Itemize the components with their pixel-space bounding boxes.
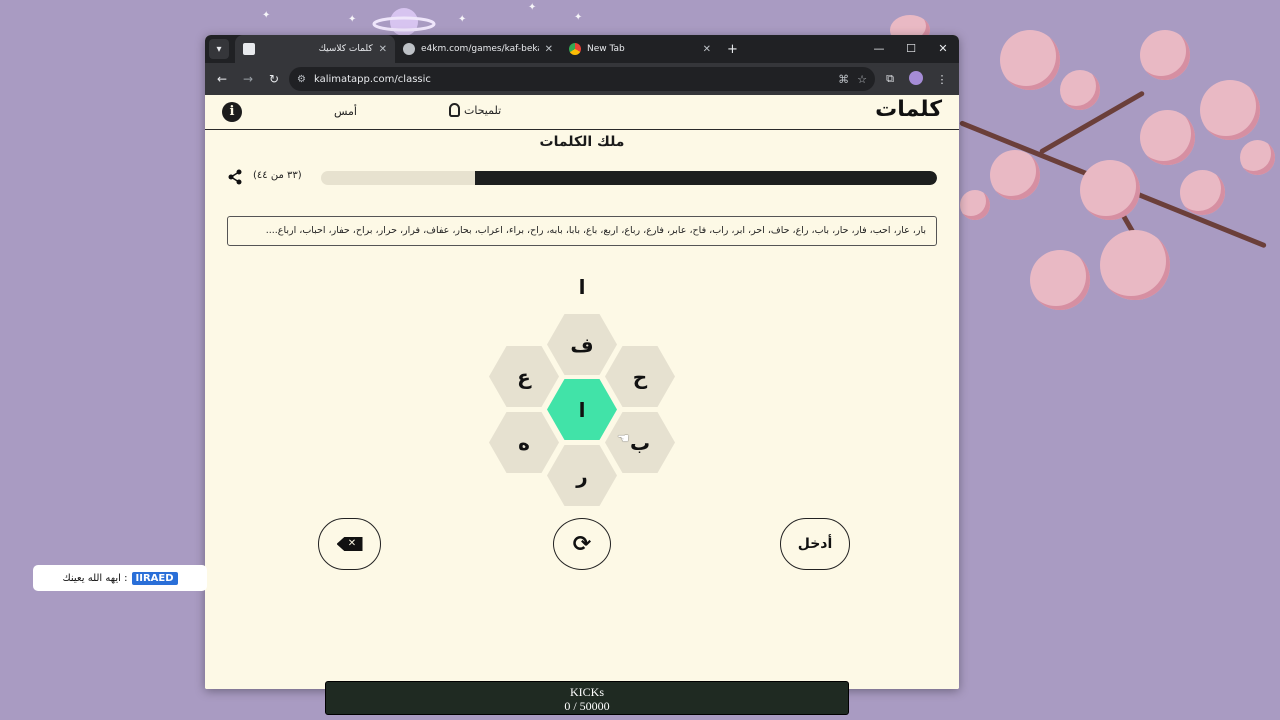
- app-header: i أمس تلميحات كلمات: [205, 95, 959, 130]
- letter-hex-bottom-left[interactable]: ه: [489, 412, 559, 473]
- hints-label: تلميحات: [464, 103, 502, 117]
- sparkle-icon: ✦: [528, 2, 537, 13]
- info-icon[interactable]: i: [222, 102, 242, 122]
- delete-button[interactable]: ✕: [318, 518, 381, 570]
- letter-hex-bottom[interactable]: ر: [547, 445, 617, 506]
- browser-window: ▾ كلمات كلاسيك ✕ e4km.com/games/kaf-beka…: [205, 35, 959, 689]
- chrome-icon: [569, 43, 581, 55]
- close-tab-icon[interactable]: ✕: [545, 44, 553, 55]
- reload-icon[interactable]: ↻: [263, 72, 285, 86]
- maximize-icon[interactable]: ☐: [895, 35, 927, 63]
- hints-link[interactable]: تلميحات: [449, 103, 501, 117]
- caption-text: ايهه الله يعينك :: [62, 572, 128, 584]
- progress-bar: [321, 171, 937, 185]
- backspace-icon: ✕: [336, 537, 363, 551]
- sparkle-icon: ✦: [348, 14, 357, 25]
- globe-icon: [403, 43, 415, 55]
- new-tab-button[interactable]: +: [727, 42, 738, 57]
- close-window-icon[interactable]: ✕: [927, 35, 959, 63]
- kicks-title: KICKs: [569, 685, 604, 699]
- shuffle-button[interactable]: ⟳: [553, 518, 611, 570]
- window-controls: — ☐ ✕: [863, 35, 959, 63]
- menu-kebab-icon[interactable]: ⋮: [931, 73, 953, 86]
- app-logo: كلمات: [875, 97, 942, 122]
- profile-avatar[interactable]: [905, 70, 927, 88]
- letter-hex-top-right[interactable]: ح: [605, 346, 675, 407]
- stream-caption: ايهه الله يعينك : IIRAED: [33, 565, 207, 591]
- caption-badge: IIRAED: [131, 571, 178, 585]
- share-icon[interactable]: [227, 169, 243, 185]
- close-tab-icon[interactable]: ✕: [379, 44, 387, 55]
- kicks-counter: KICKs 0 / 50000: [325, 681, 849, 715]
- tab-search-button[interactable]: ▾: [209, 39, 229, 59]
- hand-cursor-icon: ☚: [617, 431, 630, 447]
- kalimat-favicon-icon: [243, 43, 255, 55]
- minimize-icon[interactable]: —: [863, 35, 895, 63]
- address-bar[interactable]: ⚙ kalimatapp.com/classic ⌘ ☆: [289, 67, 875, 91]
- kicks-value: 0 / 50000: [564, 699, 610, 713]
- extensions-icon[interactable]: ⧉: [879, 72, 901, 86]
- site-settings-icon[interactable]: ⚙: [297, 74, 306, 85]
- tab-kalimat[interactable]: كلمات كلاسيك ✕: [235, 35, 395, 63]
- translate-icon[interactable]: ⌘: [838, 73, 849, 86]
- forward-icon[interactable]: →: [237, 72, 259, 86]
- tab-strip: ▾ كلمات كلاسيك ✕ e4km.com/games/kaf-beka…: [205, 35, 959, 63]
- found-words-list[interactable]: بار، عار، احب، فار، حار، باب، راع، حاف، …: [227, 216, 937, 246]
- sparkle-icon: ✦: [262, 10, 271, 21]
- kalimat-page: i أمس تلميحات كلمات ملك الكلمات (٣٣ من ٤…: [205, 95, 959, 689]
- bookmark-star-icon[interactable]: ☆: [857, 73, 867, 86]
- tab-title: كلمات كلاسيك: [318, 44, 373, 54]
- progress-row: (٣٣ من ٤٤): [225, 167, 939, 187]
- letter-hex-top[interactable]: ف: [547, 314, 617, 375]
- close-tab-icon[interactable]: ✕: [703, 44, 711, 55]
- url-text: kalimatapp.com/classic: [313, 73, 431, 85]
- shuffle-icon: ⟳: [572, 531, 592, 557]
- lightbulb-icon: [449, 103, 460, 117]
- tab-new-tab[interactable]: New Tab ✕: [561, 35, 719, 63]
- sparkle-icon: ✦: [458, 14, 467, 25]
- current-entry: ا: [578, 275, 586, 299]
- back-icon[interactable]: ←: [211, 72, 233, 86]
- enter-button[interactable]: أدخل: [780, 518, 850, 570]
- rank-title: ملك الكلمات: [539, 134, 625, 150]
- letter-hex-top-left[interactable]: ع: [489, 346, 559, 407]
- score-label: (٣٣ من ٤٤): [253, 170, 302, 181]
- letter-hex-center[interactable]: ا: [547, 379, 617, 440]
- yesterday-link[interactable]: أمس: [334, 105, 357, 118]
- browser-toolbar: ← → ↻ ⚙ kalimatapp.com/classic ⌘ ☆ ⧉ ⋮: [205, 63, 959, 95]
- planet-icon: [372, 8, 436, 36]
- sparkle-icon: ✦: [574, 12, 583, 23]
- letter-hex-bottom-right[interactable]: ب: [605, 412, 675, 473]
- tab-e4km[interactable]: e4km.com/games/kaf-bekaf ✕: [395, 35, 561, 63]
- tab-title: New Tab: [587, 44, 625, 54]
- tab-title: e4km.com/games/kaf-bekaf: [421, 44, 539, 54]
- progress-fill: [475, 171, 937, 185]
